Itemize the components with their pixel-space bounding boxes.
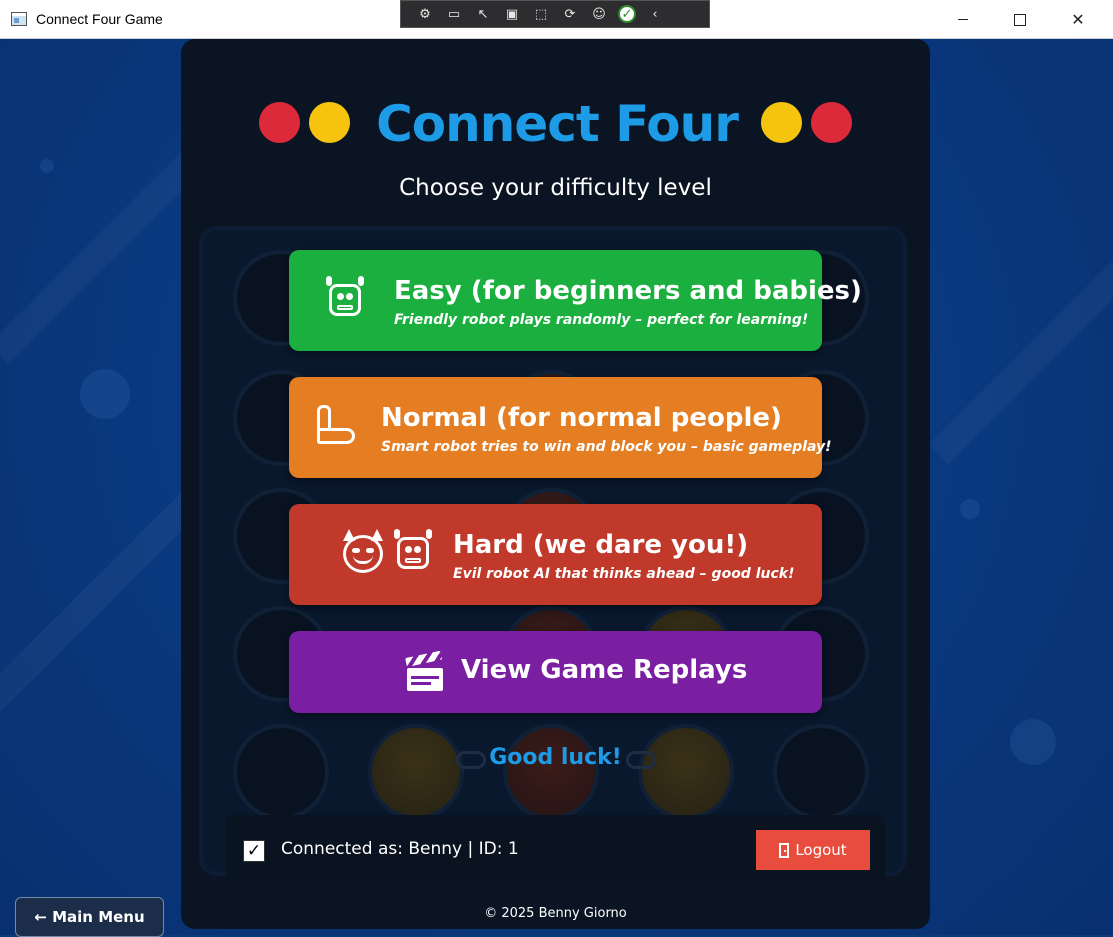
view-replays-button[interactable]: View Game Replays [289,631,822,713]
debug-toolbar: ⚙ ▭ ↖ ▣ ⬚ ⟳ ☺ ✓ ‹ [400,0,710,28]
devil-face-icon [341,529,385,573]
bg-stripe [928,161,1113,465]
connected-checkbox[interactable]: ✓ [243,840,265,862]
easy-button-label: Easy (for beginners and babies) [394,276,862,306]
app-window-icon [11,12,27,26]
logout-label: Logout [795,841,847,859]
yellow-disc-icon [761,102,802,143]
hot-reload-icon[interactable]: ⟳ [560,5,580,23]
maximize-button[interactable] [997,0,1043,39]
hard-difficulty-button[interactable]: Hard (we dare you!) Evil robot AI that t… [289,504,822,605]
red-disc-icon [811,102,852,143]
select-element-icon[interactable]: ↖ [473,5,493,23]
collapse-chevron-icon[interactable]: ‹ [645,5,665,23]
window-title: Connect Four Game [36,11,163,27]
track-focus-icon[interactable]: ⬚ [531,5,551,23]
red-disc-icon [259,102,300,143]
close-button[interactable]: ✕ [1055,0,1101,39]
minimize-button[interactable] [940,0,986,39]
easy-button-description: Friendly robot plays randomly – perfect … [394,312,809,328]
app-title: Connect Four [376,95,739,153]
bg-bubble [40,159,54,173]
flexed-arm-icon [311,402,357,448]
robot-icon [323,276,367,320]
connection-status-bar: ✓ Connected as: Benny | ID: 1 Logout [226,815,885,885]
good-luck-text: Good luck! [489,745,622,770]
camera-icon[interactable]: ▭ [444,5,464,23]
door-icon [779,842,790,858]
accessibility-icon[interactable]: ☺ [589,5,609,23]
bg-bubble [960,499,980,519]
card-overlay [181,39,930,929]
normal-button-label: Normal (for normal people) [381,403,782,433]
main-menu-button[interactable]: ← Main Menu [15,897,164,937]
subtitle: Choose your difficulty level [399,175,712,201]
footer-copyright: © 2025 Benny Giorno [484,906,627,921]
normal-button-description: Smart robot tries to win and block you –… [381,439,832,455]
checkmark-status-icon[interactable]: ✓ [618,5,636,23]
title-row: Connect Four [181,95,930,165]
display-layout-icon[interactable]: ▣ [502,5,522,23]
maximize-icon [1014,13,1026,26]
clapperboard-icon [405,650,445,691]
minimize-icon [958,19,968,20]
gamepad-icon [626,751,656,769]
bg-bubble [80,369,130,419]
yellow-disc-icon [309,102,350,143]
easy-difficulty-button[interactable]: Easy (for beginners and babies) Friendly… [289,250,862,351]
connection-status-text: Connected as: Benny | ID: 1 [281,839,519,859]
hard-button-label: Hard (we dare you!) [453,530,749,560]
live-visual-tree-icon[interactable]: ⚙ [415,5,435,23]
view-replays-label: View Game Replays [461,655,748,685]
bg-bubble [1010,719,1056,765]
logout-button[interactable]: Logout [756,830,870,870]
robot-icon [391,529,435,573]
normal-difficulty-button[interactable]: Normal (for normal people) Smart robot t… [289,377,832,478]
hard-button-description: Evil robot AI that thinks ahead – good l… [453,566,795,582]
